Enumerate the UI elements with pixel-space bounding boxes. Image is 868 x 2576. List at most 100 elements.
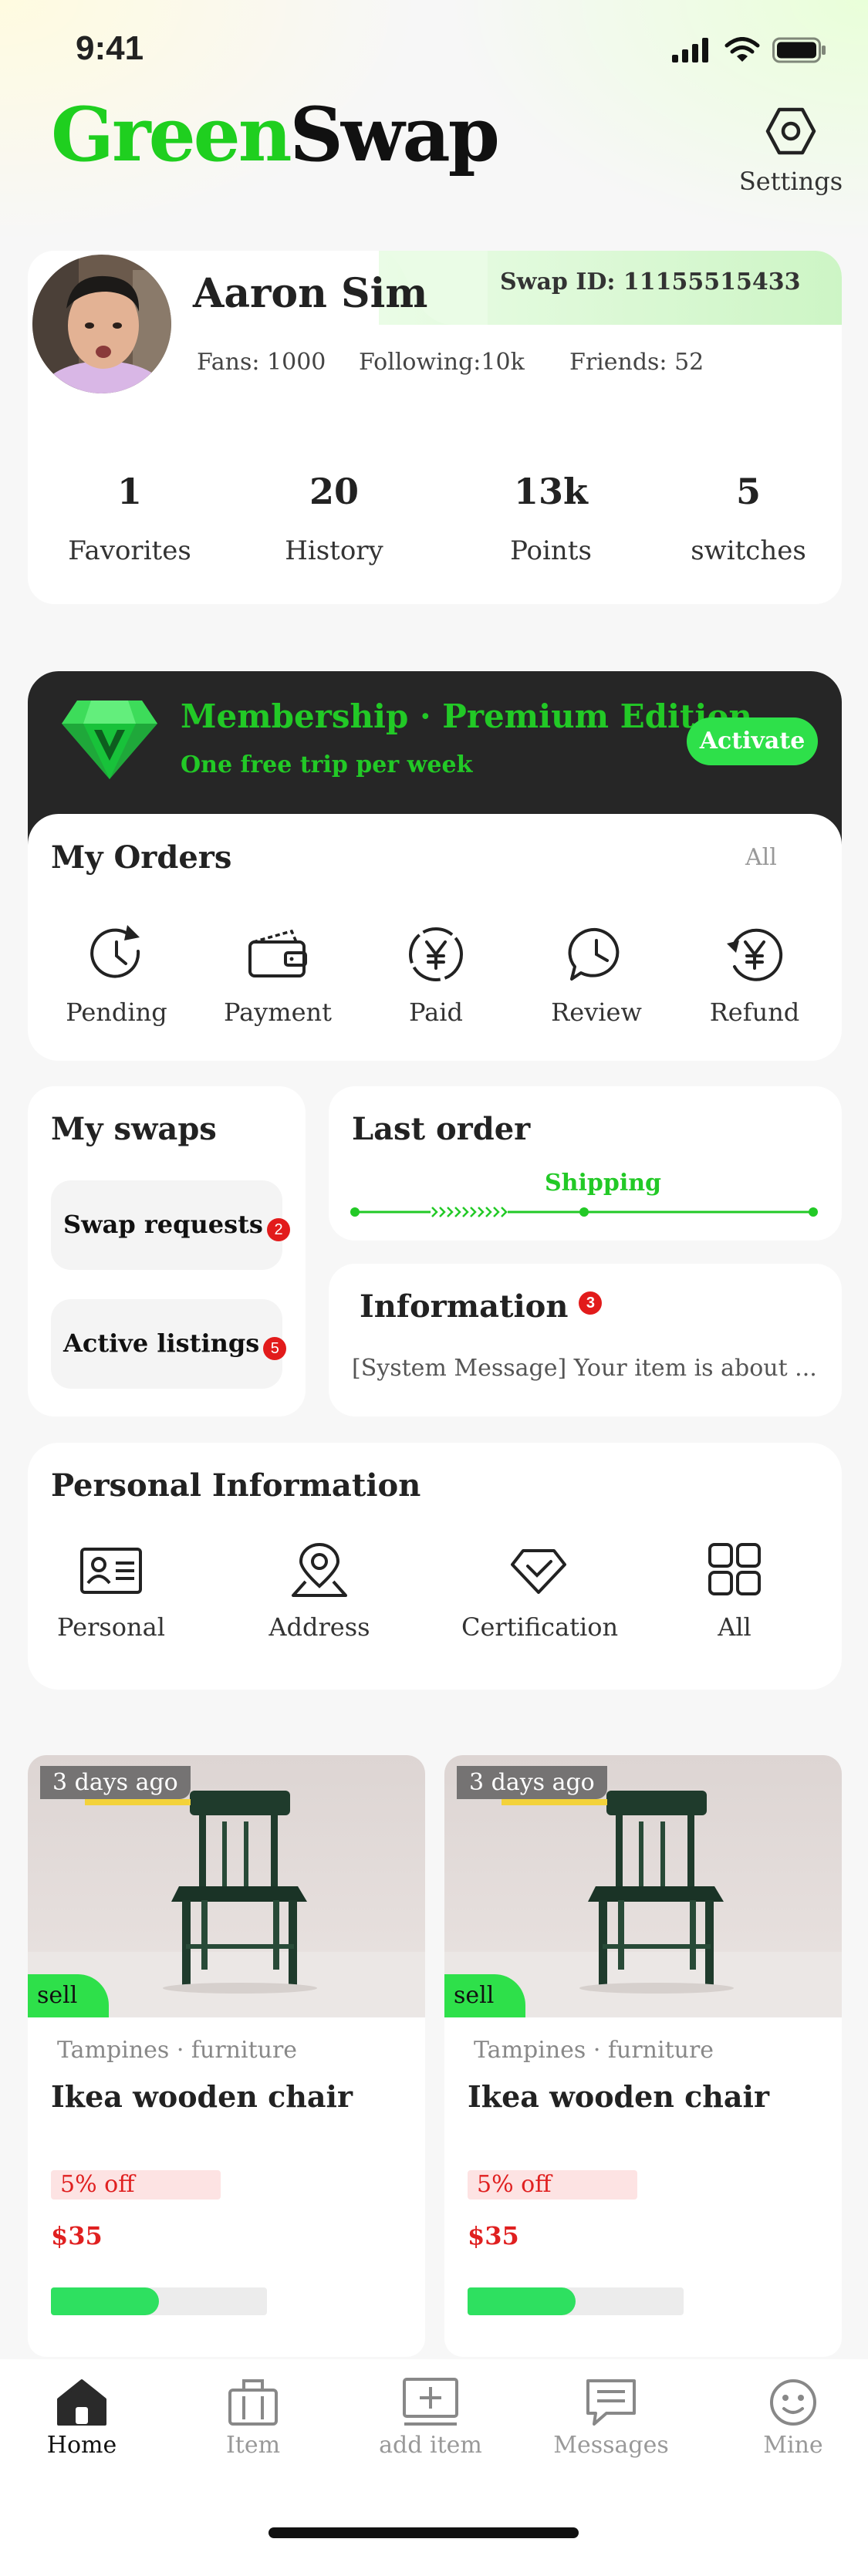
product-location: Tampines · furniture bbox=[57, 2037, 298, 2064]
app-logo: GreenSwap bbox=[51, 91, 500, 178]
my-swaps-title: My swaps bbox=[51, 1111, 217, 1147]
yen-refund-icon bbox=[727, 928, 783, 981]
tab-add-item-label: add item bbox=[379, 2432, 482, 2459]
stat-switches-label[interactable]: switches bbox=[656, 535, 841, 566]
product-progress-bar bbox=[51, 2287, 267, 2315]
tab-item-label: Item bbox=[225, 2432, 281, 2459]
tab-messages[interactable]: Messages bbox=[549, 2368, 673, 2459]
tab-item[interactable]: Item bbox=[191, 2368, 315, 2459]
status-time: 9:41 bbox=[76, 29, 144, 67]
settings-label: Settings bbox=[738, 167, 843, 196]
tab-home-label: Home bbox=[46, 2432, 117, 2459]
tab-messages-label: Messages bbox=[553, 2432, 669, 2459]
bag-icon bbox=[228, 2379, 278, 2426]
friends-count[interactable]: Friends: 52 bbox=[569, 349, 704, 376]
personal-label: Personal bbox=[57, 1612, 165, 1642]
membership-title: Membership · Premium Edition bbox=[181, 697, 752, 735]
stat-history-value[interactable]: 20 bbox=[241, 471, 427, 512]
product-progress-bar bbox=[468, 2287, 684, 2315]
all-button[interactable]: All bbox=[657, 1543, 812, 1642]
my-orders-title: My Orders bbox=[51, 839, 232, 876]
id-card-icon bbox=[80, 1548, 142, 1594]
shipping-status: Shipping bbox=[545, 1170, 662, 1197]
swap-id: Swap ID: 11155515433 bbox=[500, 268, 801, 295]
swap-requests-button[interactable]: Swap requests 2 bbox=[51, 1180, 291, 1270]
active-listings-button[interactable]: Active listings 5 bbox=[51, 1299, 287, 1389]
information-title: Information bbox=[360, 1288, 569, 1325]
order-pending-label: Pending bbox=[66, 998, 167, 1027]
swap-requests-badge: 2 bbox=[267, 1217, 291, 1241]
diamond-check-icon bbox=[511, 1549, 566, 1594]
tab-add-item[interactable]: add item bbox=[369, 2368, 492, 2459]
activate-button[interactable]: Activate bbox=[687, 717, 818, 765]
product-card[interactable]: 3 days ago sell Tampines · furniture Ike… bbox=[444, 1755, 842, 2357]
address-label: Address bbox=[269, 1612, 370, 1642]
information-badge: 3 bbox=[579, 1291, 603, 1315]
app-screen: 9:41 GreenSwap Settings Aaron Sim Swap I… bbox=[0, 0, 868, 2576]
yen-circle-icon bbox=[409, 927, 463, 981]
fans-count[interactable]: Fans: 1000 bbox=[197, 349, 326, 376]
swap-requests-label: Swap requests bbox=[63, 1210, 263, 1239]
wifi-icon bbox=[724, 37, 760, 62]
grid-icon bbox=[708, 1543, 761, 1595]
product-location: Tampines · furniture bbox=[474, 2037, 714, 2064]
listing-age: 3 days ago bbox=[40, 1766, 191, 1805]
home-indicator bbox=[269, 2527, 579, 2538]
settings-button[interactable]: Settings bbox=[725, 106, 856, 196]
shipping-progress-track bbox=[350, 1207, 818, 1217]
product-progress-fill bbox=[51, 2287, 159, 2315]
information-card[interactable] bbox=[329, 1264, 842, 1416]
status-icons bbox=[672, 37, 826, 63]
all-label: All bbox=[718, 1612, 751, 1642]
product-card[interactable]: 3 days ago sell Tampines · furniture Ike… bbox=[28, 1755, 425, 2357]
battery-icon bbox=[772, 37, 826, 63]
stat-favorites-label[interactable]: Favorites bbox=[37, 535, 222, 566]
tab-home[interactable]: Home bbox=[20, 2368, 144, 2459]
tab-mine[interactable]: Mine bbox=[731, 2368, 855, 2459]
stat-points-value[interactable]: 13k bbox=[458, 471, 643, 512]
order-payment[interactable]: Payment bbox=[212, 922, 343, 1027]
logo-green: Green bbox=[51, 91, 292, 178]
listing-age: 3 days ago bbox=[457, 1766, 607, 1805]
sell-tag: sell bbox=[444, 1974, 525, 2017]
product-title: Ikea wooden chair bbox=[51, 2079, 353, 2114]
order-review[interactable]: Review bbox=[531, 922, 662, 1027]
signal-icon bbox=[672, 38, 708, 62]
information-header: Information 3 bbox=[360, 1288, 603, 1325]
settings-hex-icon bbox=[765, 107, 816, 155]
product-progress-fill bbox=[468, 2287, 576, 2315]
personal-button[interactable]: Personal bbox=[34, 1543, 188, 1642]
stat-points-label[interactable]: Points bbox=[458, 535, 643, 566]
order-payment-label: Payment bbox=[224, 998, 332, 1027]
certification-button[interactable]: Certification bbox=[461, 1543, 619, 1642]
order-paid-label: Paid bbox=[409, 998, 463, 1027]
avatar[interactable] bbox=[32, 255, 171, 393]
message-icon bbox=[586, 2379, 636, 2426]
smiley-icon bbox=[770, 2379, 816, 2426]
last-order-title: Last order bbox=[352, 1111, 531, 1147]
discount-badge: 5% off bbox=[468, 2170, 637, 2200]
add-square-icon bbox=[403, 2378, 458, 2426]
stat-favorites-value[interactable]: 1 bbox=[37, 471, 222, 512]
active-listings-badge: 5 bbox=[263, 1336, 287, 1360]
certification-label: Certification bbox=[461, 1612, 619, 1642]
product-image: 3 days ago sell bbox=[28, 1755, 425, 2017]
order-paid[interactable]: Paid bbox=[370, 922, 502, 1027]
order-refund[interactable]: Refund bbox=[689, 922, 820, 1027]
diamond-icon bbox=[62, 701, 157, 779]
order-pending[interactable]: Pending bbox=[51, 922, 182, 1027]
product-price: $35 bbox=[51, 2221, 103, 2250]
stat-switches-value[interactable]: 5 bbox=[656, 471, 841, 512]
personal-information-title: Personal Information bbox=[51, 1467, 421, 1504]
home-icon bbox=[57, 2379, 106, 2426]
product-image: 3 days ago sell bbox=[444, 1755, 842, 2017]
product-price: $35 bbox=[468, 2221, 519, 2250]
clock-arrow-icon bbox=[90, 925, 140, 978]
orders-all-link[interactable]: All bbox=[745, 844, 777, 871]
stat-history-label[interactable]: History bbox=[241, 535, 427, 566]
address-button[interactable]: Address bbox=[242, 1543, 397, 1642]
following-count[interactable]: Following:10k bbox=[359, 349, 525, 376]
profile-name: Aaron Sim bbox=[193, 270, 428, 317]
membership-subtitle: One free trip per week bbox=[181, 751, 473, 778]
product-title: Ikea wooden chair bbox=[468, 2079, 769, 2114]
